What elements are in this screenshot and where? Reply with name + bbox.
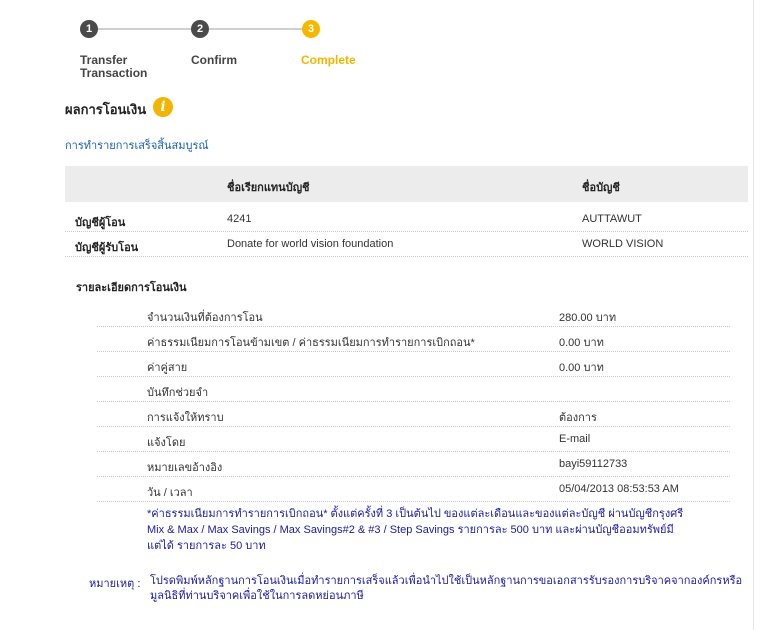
detail-label: จำนวนเงินที่ต้องการโอน bbox=[147, 312, 263, 324]
step-3-circle: 3 bbox=[302, 20, 320, 38]
detail-label: ค่าธรรมเนียมการโอนข้ามเขต / ค่าธรรมเนียม… bbox=[147, 333, 475, 351]
detail-row-memo: บันทึกช่วยจำ bbox=[97, 376, 730, 402]
details-title: รายละเอียดการโอนเงิน bbox=[76, 282, 187, 294]
detail-value: 0.00 บาท bbox=[559, 337, 604, 349]
detail-label-text: ค่าธรรมเนียมการโอนข้ามเขต / ค่าธรรมเนียม… bbox=[147, 337, 471, 349]
row-nickname: Donate for world vision foundation bbox=[227, 238, 394, 250]
step-3-label: Complete bbox=[301, 53, 356, 67]
detail-value: 05/04/2013 08:53:53 AM bbox=[559, 483, 679, 495]
detail-label: การแจ้งให้ทราบ bbox=[147, 412, 224, 424]
step-1-circle: 1 bbox=[80, 20, 98, 38]
detail-row-fee: ค่าธรรมเนียมการโอนข้ามเขต / ค่าธรรมเนียม… bbox=[97, 326, 730, 352]
detail-label: หมายเลขอ้างอิง bbox=[147, 462, 223, 474]
account-table-header: ชื่อเรียกแทนบัญชี ชื่อบัญชี bbox=[65, 166, 748, 202]
detail-row-amount: จำนวนเงินที่ต้องการโอน 280.00 บาท bbox=[97, 301, 730, 327]
page-title: ผลการโอนเงิน bbox=[65, 102, 147, 117]
detail-value: 0.00 บาท bbox=[559, 362, 604, 374]
detail-row-notify-by: แจ้งโดย E-mail bbox=[97, 426, 730, 452]
detail-row-reference: หมายเลขอ้างอิง bayi59112733 bbox=[97, 451, 730, 477]
header-account-name: ชื่อบัญชี bbox=[582, 182, 620, 194]
detail-row-notify: การแจ้งให้ทราบ ต้องการ bbox=[97, 401, 730, 427]
step-1-label: Transfer Transaction bbox=[80, 54, 147, 80]
row-nickname: 4241 bbox=[227, 213, 252, 225]
detail-label: แจ้งโดย bbox=[147, 437, 186, 449]
row-account-name: WORLD VISION bbox=[582, 238, 664, 250]
detail-value: E-mail bbox=[559, 433, 591, 445]
step-2-circle: 2 bbox=[191, 20, 209, 38]
right-border bbox=[753, 0, 754, 630]
detail-label: ค่าคู่สาย bbox=[147, 362, 188, 374]
row-label: บัญชีผู้โอน bbox=[75, 217, 126, 229]
step-2-label: Confirm bbox=[191, 53, 237, 67]
success-message: การทำรายการเสร็จสิ้นสมบูรณ์ bbox=[65, 140, 209, 152]
detail-row-datetime: วัน / เวลา 05/04/2013 08:53:53 AM bbox=[97, 476, 730, 502]
fee-note: *ค่าธรรมเนียมการทำรายการเบิกถอน* ตั้งแต่… bbox=[147, 508, 684, 552]
row-account-name: AUTTAWUT bbox=[582, 213, 642, 225]
detail-label: บันทึกช่วยจำ bbox=[147, 387, 209, 399]
progress-stepper: 1 2 3 Transfer Transaction Confirm Compl… bbox=[80, 18, 380, 88]
info-icon[interactable]: i bbox=[153, 97, 173, 117]
required-marker: * bbox=[470, 337, 475, 349]
header-nickname: ชื่อเรียกแทนบัญชี bbox=[227, 182, 310, 194]
detail-value: 280.00 บาท bbox=[559, 312, 617, 324]
detail-row-line-fee: ค่าคู่สาย 0.00 บาท bbox=[97, 351, 730, 377]
remark-label: หมายเหตุ : bbox=[89, 578, 141, 590]
row-label: บัญชีผู้รับโอน bbox=[75, 242, 139, 254]
remark-text: โปรดพิมพ์หลักฐานการโอนเงินเมื่อทำรายการเ… bbox=[150, 575, 743, 602]
account-row-sender: บัญชีผู้โอน 4241 AUTTAWUT bbox=[65, 207, 748, 232]
step-1-label-line2: Transaction bbox=[80, 66, 148, 80]
detail-label: วัน / เวลา bbox=[147, 487, 193, 499]
account-row-receiver: บัญชีผู้รับโอน Donate for world vision f… bbox=[65, 232, 748, 257]
detail-value: bayi59112733 bbox=[559, 458, 628, 470]
detail-value: ต้องการ bbox=[559, 412, 597, 424]
